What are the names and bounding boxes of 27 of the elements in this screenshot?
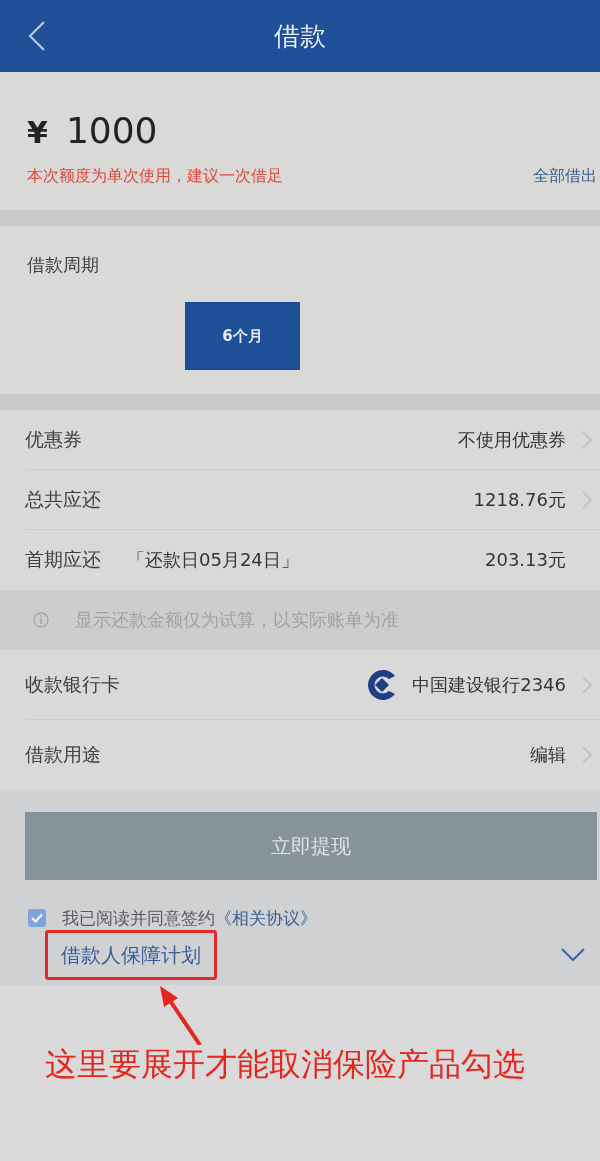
row-label: 首期应还 [25,547,101,572]
row-value: 中国建设银行2346 [412,672,566,697]
annotation-arrow [160,986,202,1045]
row-label: 优惠券 [25,426,82,452]
row-label: 收款银行卡 [25,671,120,697]
currency-symbol: ¥ [27,115,48,150]
period-label: 借款周期 [27,254,99,276]
row-value: 1218.76元 [473,487,566,512]
due-date-note: 「还款日05月24日」 [127,548,299,572]
borrow-all-link[interactable]: 全部借出 [533,166,597,187]
annotation-text: 这里要展开才能取消保险产品勾选 [45,1045,525,1083]
amount-value: 1000 [65,110,158,151]
row-label: 借款用途 [25,742,101,767]
chevron-down-icon[interactable] [561,948,585,962]
chevron-left-icon[interactable] [28,21,46,51]
info-icon [33,612,49,628]
amount-hint: 本次额度为单次使用，建议一次借足 [27,166,283,187]
row-label: 总共应还 [25,486,101,512]
row-value: 不使用优惠券 [458,427,566,452]
period-option[interactable]: 6个月 [185,302,300,370]
row-value: 编辑 [530,743,566,767]
agreement-text: 我已阅读并同意签约 [62,906,215,930]
row-value: 203.13元 [485,548,566,572]
page-title: 借款 [274,19,326,53]
agreement-link[interactable]: 《相关协议》 [215,906,317,930]
protection-plan-link[interactable]: 借款人保障计划 [61,941,201,969]
agreement-checkbox[interactable] [28,909,46,927]
